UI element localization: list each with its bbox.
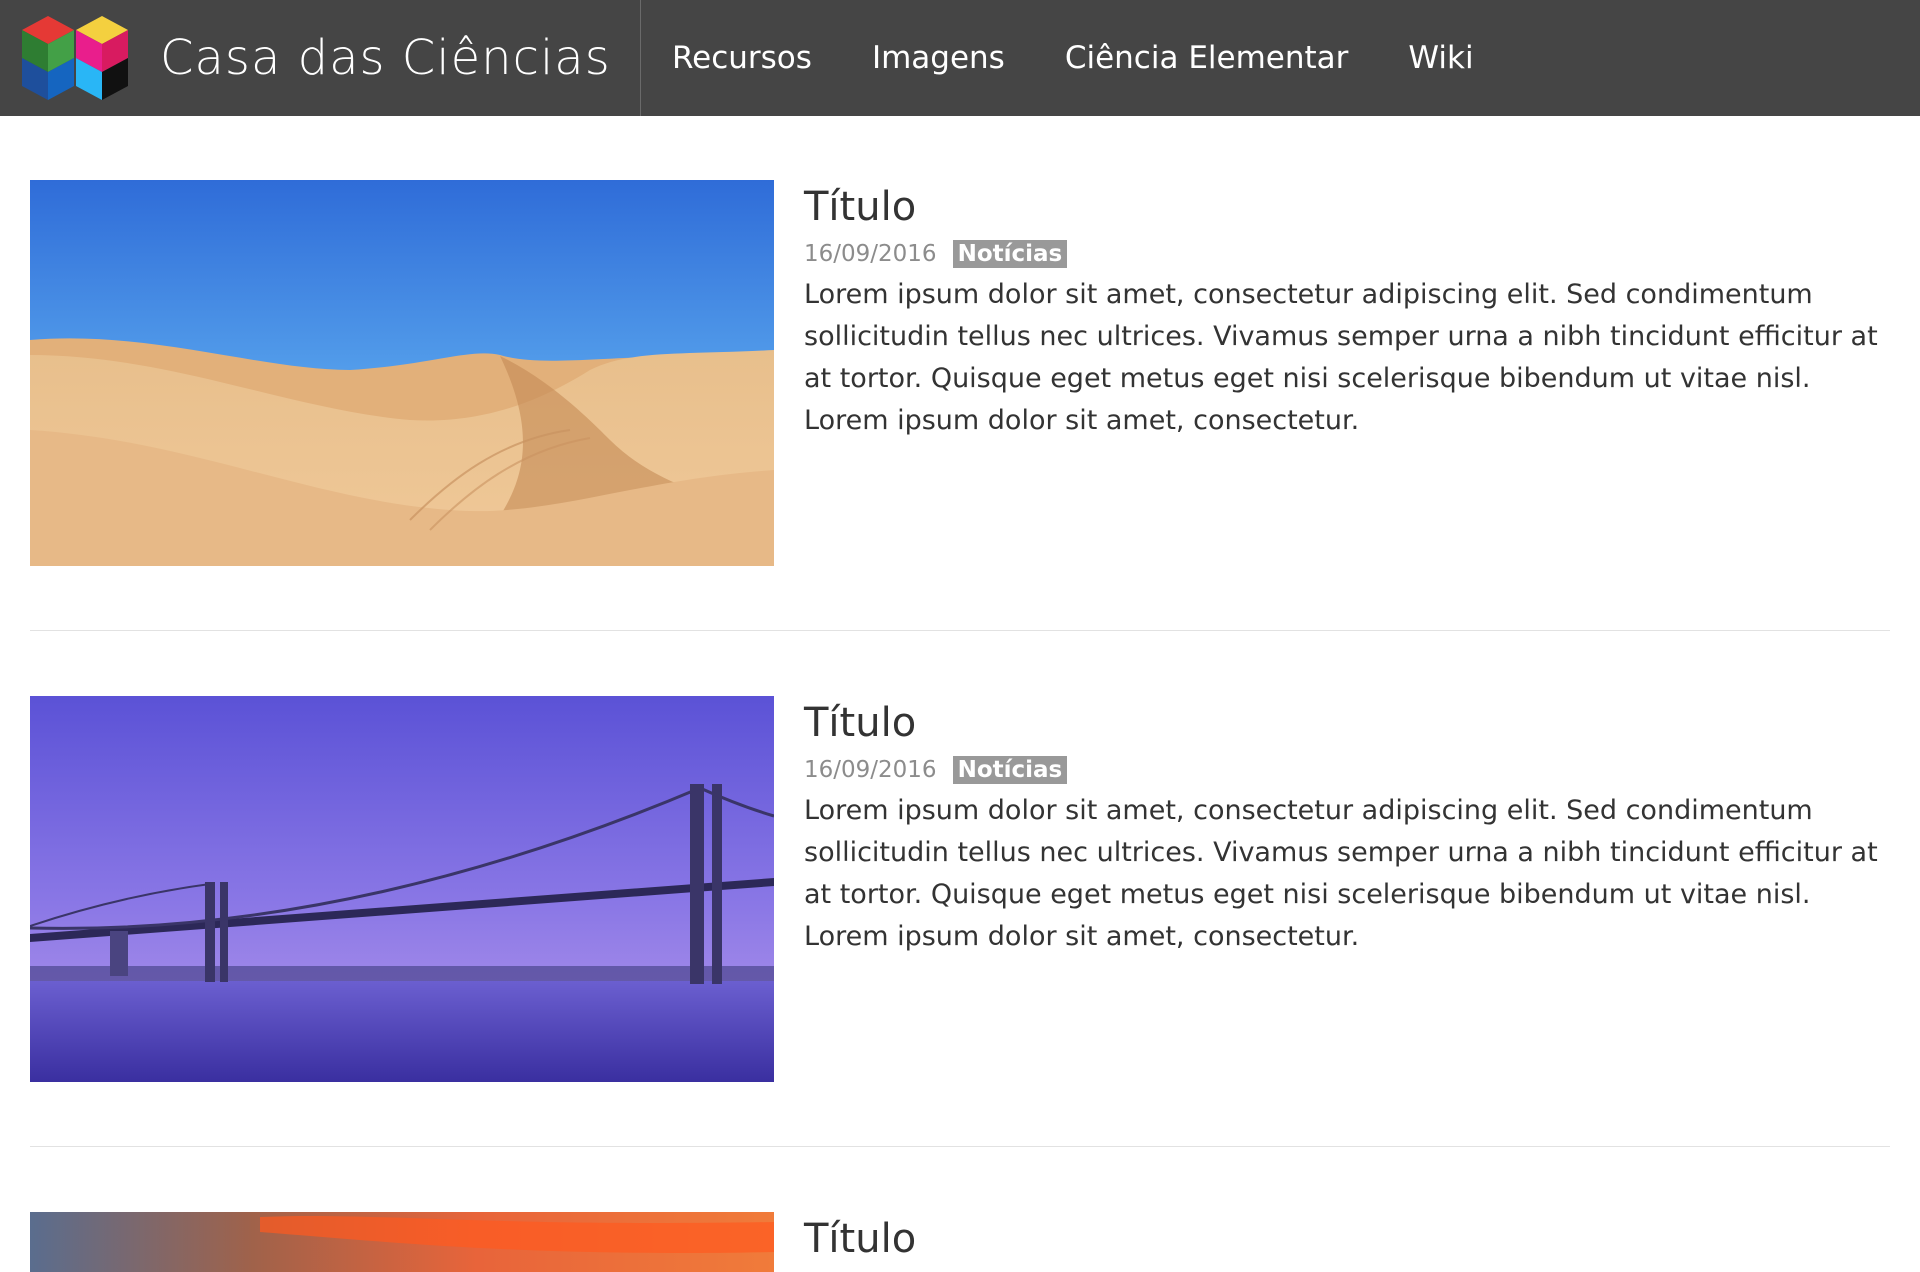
top-navbar: Casa das Ciências Recursos Imagens Ciênc…: [0, 0, 1920, 116]
article-date: 16/09/2016: [804, 757, 937, 783]
article-content: Título 16/09/2016 Notícias Lorem ipsum d…: [804, 696, 1890, 985]
brand[interactable]: Casa das Ciências: [0, 0, 640, 116]
nav-item-imagens[interactable]: Imagens: [872, 40, 1005, 76]
nav-item-recursos[interactable]: Recursos: [672, 40, 812, 76]
article-content: Título 16/09/2016 Notícias Lorem ipsum d…: [804, 180, 1890, 469]
site-logo-icon[interactable]: [18, 14, 134, 106]
article-date: 16/09/2016: [804, 241, 937, 267]
site-title[interactable]: Casa das Ciências: [160, 26, 611, 90]
main-nav: Recursos Imagens Ciência Elementar Wiki: [672, 0, 1534, 116]
article-divider: [30, 1146, 1890, 1147]
article-card: Título 16/09/2016 Notícias Lorem ipsum d…: [30, 180, 1890, 570]
category-badge[interactable]: Notícias: [952, 756, 1068, 784]
article-divider: [30, 630, 1890, 631]
brand-divider: [640, 0, 641, 116]
article-excerpt: Lorem ipsum dolor sit amet, consectetur …: [804, 795, 1878, 952]
article-title[interactable]: Título: [804, 1212, 1890, 1266]
article-title[interactable]: Título: [804, 696, 1890, 750]
article-card: Título 16/09/2016 Notícias Lorem ipsum d…: [30, 696, 1890, 1086]
article-card: Título: [30, 1212, 1890, 1272]
article-image-desert[interactable]: [30, 180, 774, 566]
article-meta: 16/09/2016 Notícias: [804, 752, 1890, 788]
nav-item-ciencia-elementar[interactable]: Ciência Elementar: [1065, 40, 1349, 76]
article-title[interactable]: Título: [804, 180, 1890, 234]
article-meta: 16/09/2016 Notícias: [804, 236, 1890, 272]
article-image-sunset[interactable]: [30, 1212, 774, 1272]
article-image-bridge[interactable]: [30, 696, 774, 1082]
article-excerpt: Lorem ipsum dolor sit amet, consectetur …: [804, 279, 1878, 436]
nav-item-wiki[interactable]: Wiki: [1408, 40, 1473, 76]
category-badge[interactable]: Notícias: [952, 240, 1068, 268]
article-content: Título: [804, 1212, 1890, 1266]
